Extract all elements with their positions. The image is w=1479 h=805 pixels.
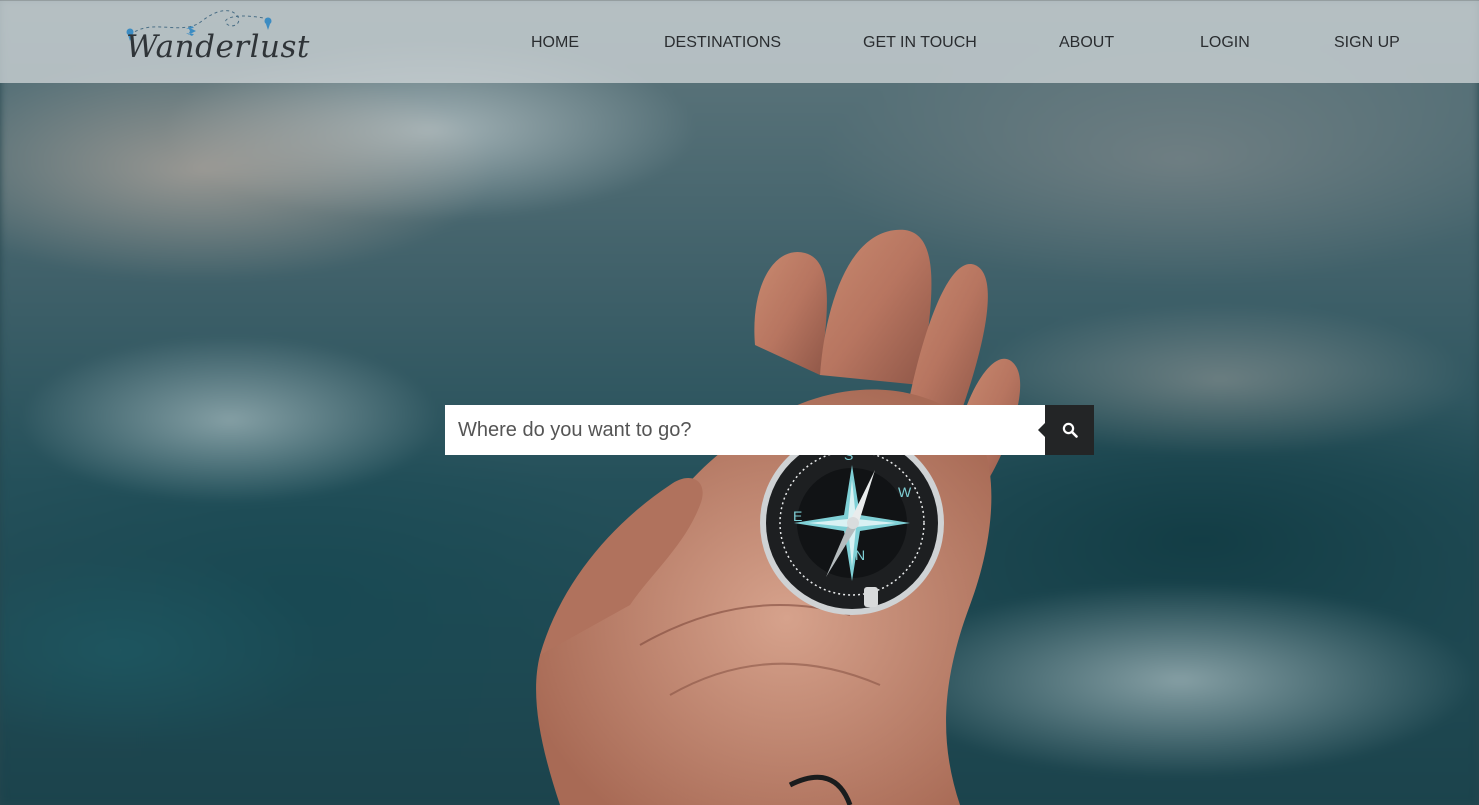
search-button[interactable] [1038,405,1094,455]
svg-text:N: N [855,547,865,563]
svg-text:E: E [793,508,802,524]
svg-text:W: W [898,484,912,500]
search-input[interactable] [445,405,1045,455]
search-icon [1062,422,1078,438]
nav-about[interactable]: ABOUT [1059,34,1114,52]
logo-text: Wanderlust [126,29,310,65]
wanderlust-logo[interactable]: Wanderlust [122,7,309,77]
search-bar [445,405,1094,455]
hero-compass-hand-image: S W E N [536,229,1021,805]
nav-sign-up[interactable]: SIGN UP [1334,34,1400,52]
page: S W E N Wanderlust HOME DESTINATIONS GET… [0,0,1479,805]
nav-get-in-touch[interactable]: GET IN TOUCH [863,34,977,52]
nav-home[interactable]: HOME [531,34,579,52]
nav-destinations[interactable]: DESTINATIONS [664,34,781,52]
top-header: Wanderlust HOME DESTINATIONS GET IN TOUC… [0,0,1479,83]
nav-login[interactable]: LOGIN [1200,34,1250,52]
